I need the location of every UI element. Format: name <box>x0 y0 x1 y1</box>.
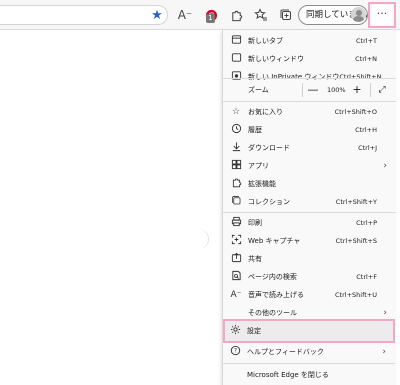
collections-icon[interactable] <box>277 6 295 24</box>
gear-icon <box>228 324 242 338</box>
menu-divider <box>222 363 395 364</box>
menu-item-settings[interactable]: 設定 <box>222 322 395 340</box>
help-icon: ? <box>228 345 242 359</box>
svg-text:?: ? <box>233 348 236 355</box>
extension-badge: 1 <box>206 14 215 23</box>
loading-spinner <box>199 229 209 249</box>
menu-item-label: ヘルプとフィードバック <box>247 348 324 356</box>
chevron-right-icon: › <box>382 347 386 357</box>
address-bar[interactable] <box>0 5 168 25</box>
extensions-puzzle-icon[interactable] <box>227 6 245 24</box>
menu-item-help-feedback[interactable]: ? ヘルプとフィードバック › <box>222 343 395 361</box>
read-aloud-icon[interactable]: A⁻ <box>176 6 194 24</box>
more-button-highlight <box>368 2 396 28</box>
menu-item-label: 設定 <box>247 327 261 335</box>
favorites-icon[interactable] <box>252 6 270 24</box>
menu-item-close-edge[interactable]: Microsoft Edge を閉じる <box>222 366 395 384</box>
browser-toolbar: ★ A⁻ G 1 同期していません ··· <box>0 0 400 30</box>
menu-item-label: Microsoft Edge を閉じる <box>247 371 329 379</box>
favorite-star-icon[interactable]: ★ <box>148 6 166 24</box>
avatar[interactable] <box>351 7 366 22</box>
settings-menu-lower: 設定 ? ヘルプとフィードバック › Microsoft Edge を閉じる <box>222 30 395 385</box>
